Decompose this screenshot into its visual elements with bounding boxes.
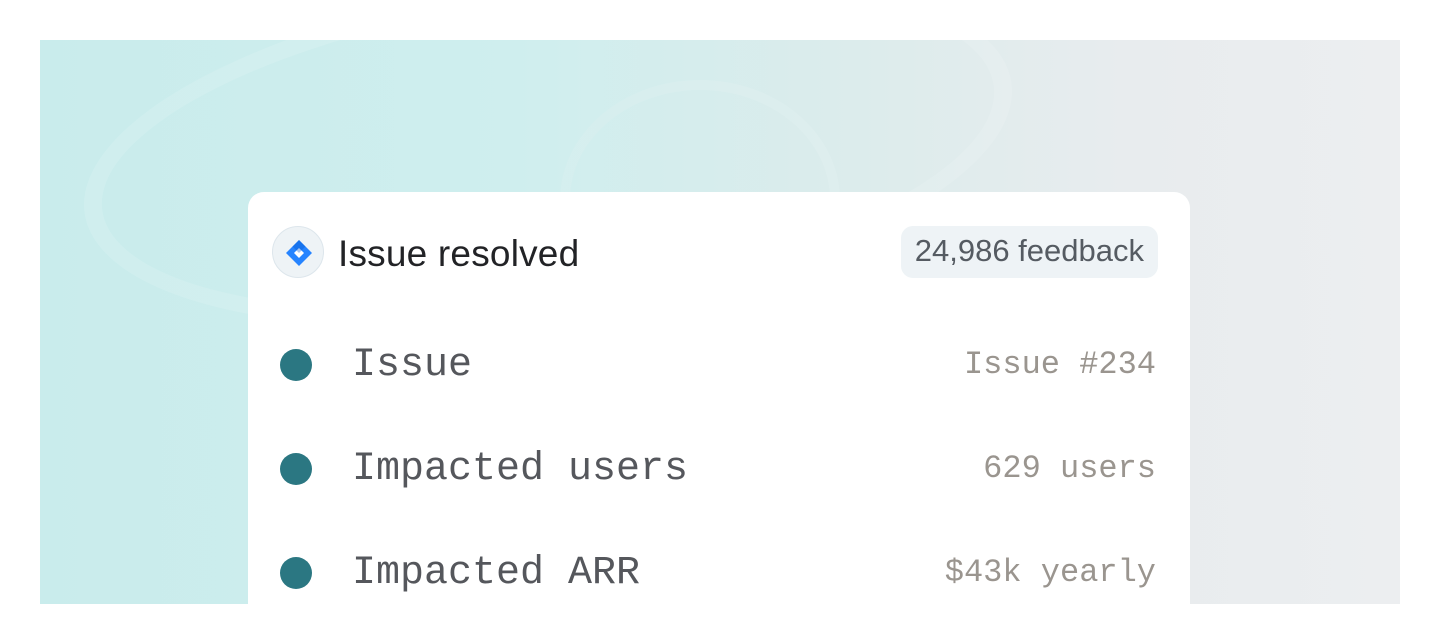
card-header: Issue resolved 24,986 feedback <box>272 226 1158 282</box>
jira-icon <box>272 226 324 278</box>
background-panel: Issue resolved 24,986 feedback Issue Iss… <box>40 40 1400 604</box>
list-item-issue: Issue Issue #234 <box>280 341 1156 391</box>
row-value: Issue #234 <box>963 346 1156 383</box>
issue-card: Issue resolved 24,986 feedback Issue Iss… <box>248 192 1190 604</box>
feedback-count-badge: 24,986 feedback <box>900 226 1158 278</box>
status-dot <box>280 557 312 589</box>
row-label: Impacted ARR <box>352 551 641 596</box>
row-value: 629 users <box>983 450 1156 487</box>
status-dot <box>280 453 312 485</box>
list-item-impacted-users: Impacted users 629 users <box>280 445 1156 495</box>
list-item-impacted-arr: Impacted ARR $43k yearly <box>280 549 1156 599</box>
card-title: Issue resolved <box>338 233 580 274</box>
row-label: Issue <box>352 343 473 388</box>
row-value: $43k yearly <box>944 554 1156 591</box>
row-label: Impacted users <box>352 447 689 492</box>
status-dot <box>280 349 312 381</box>
